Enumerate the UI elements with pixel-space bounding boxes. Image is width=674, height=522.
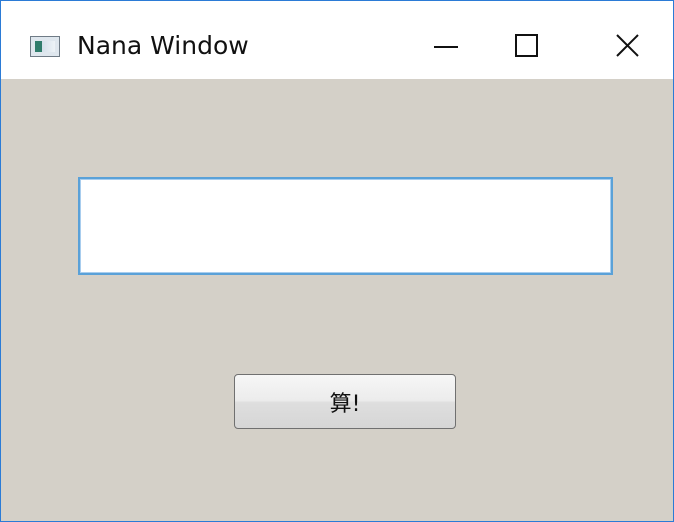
- maximize-button[interactable]: [499, 16, 563, 76]
- nana-window: Nana Window 算!: [0, 0, 674, 522]
- app-window-icon[interactable]: [30, 36, 60, 57]
- title-bar[interactable]: Nana Window: [1, 1, 673, 79]
- close-button[interactable]: [595, 16, 659, 76]
- close-icon: [616, 34, 639, 57]
- maximize-icon: [515, 34, 538, 57]
- expression-input[interactable]: [78, 177, 613, 275]
- window-title: Nana Window: [77, 31, 249, 60]
- minimize-button[interactable]: [413, 16, 477, 76]
- calculate-button[interactable]: 算!: [234, 374, 456, 429]
- app-window-icon-screen: [35, 41, 55, 52]
- minimize-icon: [434, 46, 458, 48]
